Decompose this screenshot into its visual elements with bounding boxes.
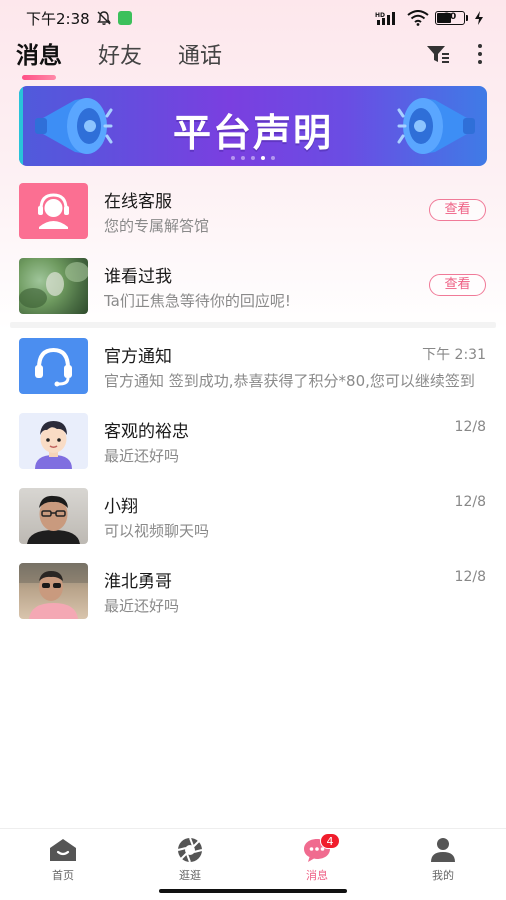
headset-icon	[19, 338, 88, 394]
view-button[interactable]: 查看	[429, 274, 486, 296]
nav-profile[interactable]: 我的	[403, 837, 483, 883]
person-icon	[431, 838, 455, 862]
home-icon	[50, 839, 76, 861]
banner-pagination	[19, 156, 487, 160]
aperture-icon	[177, 837, 203, 863]
row-subtitle: 您的专属解答馆	[104, 217, 210, 235]
more-icon[interactable]	[478, 44, 484, 64]
status-left: 下午2:38	[26, 8, 132, 29]
status-time: 下午2:38	[26, 9, 90, 28]
nav-explore[interactable]: 逛逛	[150, 837, 230, 883]
conversation-time: 12/8	[454, 419, 486, 435]
nav-messages[interactable]: 4 消息	[277, 833, 357, 883]
conversation-preview: 最近还好吗	[104, 597, 180, 615]
signal-icon: HD	[375, 12, 395, 25]
nav-label: 首页	[52, 869, 74, 882]
filter-icon[interactable]	[426, 44, 450, 64]
tab-friends[interactable]: 好友	[98, 38, 142, 76]
announcement-banner[interactable]: 平台声明	[19, 86, 487, 166]
app-notification-icon	[117, 11, 132, 25]
conversation-preview: 官方通知 签到成功,恭喜获得了积分*80,您可以继续签到	[104, 372, 475, 390]
photo-man-sunglasses-avatar	[19, 563, 88, 619]
list-item-online-service[interactable]: 在线客服 您的专属解答馆 查看	[0, 183, 506, 255]
conversation-name: 淮北勇哥	[104, 572, 172, 592]
nav-label: 我的	[432, 869, 454, 882]
wifi-icon	[407, 10, 429, 26]
photo-man-glasses-avatar	[19, 488, 88, 544]
conversation-item[interactable]: 小翔 12/8 可以视频聊天吗	[0, 488, 506, 560]
banner-dot	[241, 156, 245, 160]
list-item-who-viewed-me[interactable]: 谁看过我 Ta们正焦急等待你的回应呢! 查看	[0, 258, 506, 330]
blurred-photo-avatar	[19, 258, 88, 314]
network-type: HD	[375, 12, 385, 19]
banner-title: 平台声明	[172, 111, 333, 155]
cartoon-boy-avatar	[19, 413, 88, 469]
tab-messages[interactable]: 消息	[16, 36, 62, 80]
section-divider	[10, 322, 496, 328]
status-bar: 下午2:38 HD 30	[0, 0, 506, 36]
row-title: 谁看过我	[104, 267, 172, 287]
tab-calls[interactable]: 通话	[178, 38, 222, 76]
banner-dot-active	[261, 156, 265, 160]
charging-icon	[475, 11, 483, 25]
conversation-time: 12/8	[454, 569, 486, 585]
conversation-item[interactable]: 客观的裕忠 12/8 最近还好吗	[0, 413, 506, 485]
banner-dot	[251, 156, 255, 160]
conversation-time: 12/8	[454, 494, 486, 510]
headset-agent-icon	[19, 183, 88, 239]
view-button[interactable]: 查看	[429, 199, 486, 221]
bell-off-icon	[96, 11, 111, 25]
status-right: HD 30	[375, 10, 484, 26]
nav-label: 逛逛	[179, 869, 201, 882]
conversation-name: 客观的裕忠	[104, 422, 189, 442]
banner-dot	[271, 156, 275, 160]
home-indicator	[159, 889, 347, 893]
conversation-name: 小翔	[104, 497, 138, 517]
unread-badge: 4	[320, 833, 340, 849]
conversation-preview: 最近还好吗	[104, 447, 180, 465]
conversation-time: 下午 2:31	[422, 347, 486, 363]
header-actions	[426, 44, 484, 64]
tab-header: 消息 好友 通话	[0, 36, 506, 80]
banner-dot	[231, 156, 235, 160]
conversation-item[interactable]: 官方通知 下午 2:31 官方通知 签到成功,恭喜获得了积分*80,您可以继续签…	[0, 338, 506, 410]
battery-icon: 30	[435, 11, 465, 25]
conversation-name: 官方通知	[104, 347, 172, 367]
battery-cap	[466, 15, 468, 21]
row-subtitle: Ta们正焦急等待你的回应呢!	[104, 292, 291, 310]
battery-level: 30	[443, 12, 457, 22]
nav-label: 消息	[306, 869, 328, 882]
conversation-preview: 可以视频聊天吗	[104, 522, 210, 540]
nav-home[interactable]: 首页	[23, 837, 103, 883]
conversation-item[interactable]: 淮北勇哥 12/8 最近还好吗	[0, 563, 506, 635]
row-title: 在线客服	[104, 192, 172, 212]
